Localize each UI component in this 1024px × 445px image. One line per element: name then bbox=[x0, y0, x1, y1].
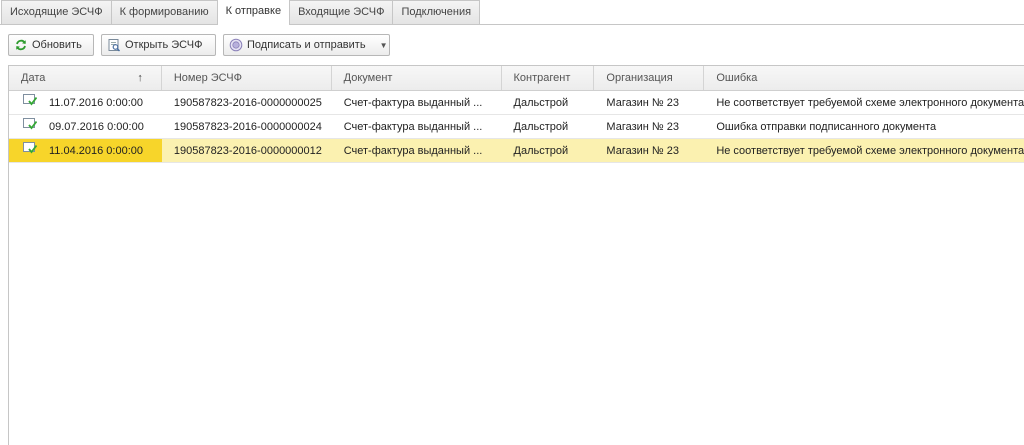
sign-icon bbox=[229, 38, 243, 52]
chevron-down-icon[interactable]: ▼ bbox=[380, 41, 388, 50]
number-cell: 190587823-2016-0000000024 bbox=[173, 121, 322, 133]
document-icon bbox=[23, 91, 49, 114]
date-cell: 11.07.2016 0:00:00 bbox=[9, 91, 162, 114]
table-row[interactable]: 09.07.2016 0:00:00 190587823-2016-000000… bbox=[9, 115, 1024, 139]
date-cell: 11.04.2016 0:00:00 bbox=[9, 139, 162, 162]
document-cell: Счет-фактура выданный ... bbox=[343, 97, 483, 109]
tab-connections[interactable]: Подключения bbox=[392, 0, 481, 24]
tab-bar: Исходящие ЭСЧФ К формированию К отправке… bbox=[0, 0, 1024, 25]
tab-to-form[interactable]: К формированию bbox=[110, 0, 218, 24]
column-header-document[interactable]: Документ bbox=[332, 66, 502, 90]
table-row-selected[interactable]: 11.04.2016 0:00:00 190587823-2016-000000… bbox=[9, 139, 1024, 163]
toolbar: Обновить Открыть ЭСЧФ Подписать и отправ… bbox=[8, 34, 390, 56]
date-cell: 09.07.2016 0:00:00 bbox=[9, 115, 162, 138]
sign-and-send-button[interactable]: Подписать и отправить ▼ bbox=[223, 34, 390, 56]
column-header-number[interactable]: Номер ЭСЧФ bbox=[162, 66, 332, 90]
column-header-error[interactable]: Ошибка bbox=[704, 66, 1024, 90]
open-esf-label: Открыть ЭСЧФ bbox=[125, 39, 203, 51]
table-row[interactable]: 11.07.2016 0:00:00 190587823-2016-000000… bbox=[9, 91, 1024, 115]
tab-incoming[interactable]: Входящие ЭСЧФ bbox=[289, 0, 394, 24]
refresh-button[interactable]: Обновить bbox=[8, 34, 94, 56]
documents-table: Дата ↑ Номер ЭСЧФ Документ Контрагент Ор… bbox=[8, 65, 1024, 445]
document-icon bbox=[23, 139, 49, 162]
refresh-icon bbox=[14, 38, 28, 52]
number-cell: 190587823-2016-0000000012 bbox=[173, 145, 322, 157]
column-header-date[interactable]: Дата ↑ bbox=[9, 66, 162, 90]
tab-outgoing[interactable]: Исходящие ЭСЧФ bbox=[1, 0, 112, 24]
sort-ascending-icon: ↑ bbox=[137, 72, 143, 84]
table-header: Дата ↑ Номер ЭСЧФ Документ Контрагент Ор… bbox=[9, 66, 1024, 91]
number-cell: 190587823-2016-0000000025 bbox=[173, 97, 322, 109]
refresh-label: Обновить bbox=[32, 39, 82, 51]
document-cell: Счет-фактура выданный ... bbox=[343, 145, 483, 157]
organization-cell: Магазин № 23 bbox=[606, 121, 680, 133]
counterparty-cell: Дальстрой bbox=[513, 121, 569, 133]
open-esf-button[interactable]: Открыть ЭСЧФ bbox=[101, 34, 216, 56]
open-document-icon bbox=[107, 38, 121, 52]
esf-window: Исходящие ЭСЧФ К формированию К отправке… bbox=[0, 0, 1024, 445]
error-cell: Ошибка отправки подписанного документа bbox=[716, 121, 937, 133]
tab-to-send[interactable]: К отправке bbox=[216, 0, 291, 25]
column-header-counterparty[interactable]: Контрагент bbox=[502, 66, 595, 90]
organization-cell: Магазин № 23 bbox=[606, 97, 680, 109]
column-header-organization[interactable]: Организация bbox=[594, 66, 705, 90]
organization-cell: Магазин № 23 bbox=[606, 145, 680, 157]
error-cell: Не соответствует требуемой схеме электро… bbox=[716, 97, 1024, 109]
document-icon bbox=[23, 115, 49, 138]
counterparty-cell: Дальстрой bbox=[513, 145, 569, 157]
counterparty-cell: Дальстрой bbox=[513, 97, 569, 109]
error-cell: Не соответствует требуемой схеме электро… bbox=[716, 145, 1024, 157]
sign-and-send-label: Подписать и отправить bbox=[247, 39, 366, 51]
document-cell: Счет-фактура выданный ... bbox=[343, 121, 483, 133]
